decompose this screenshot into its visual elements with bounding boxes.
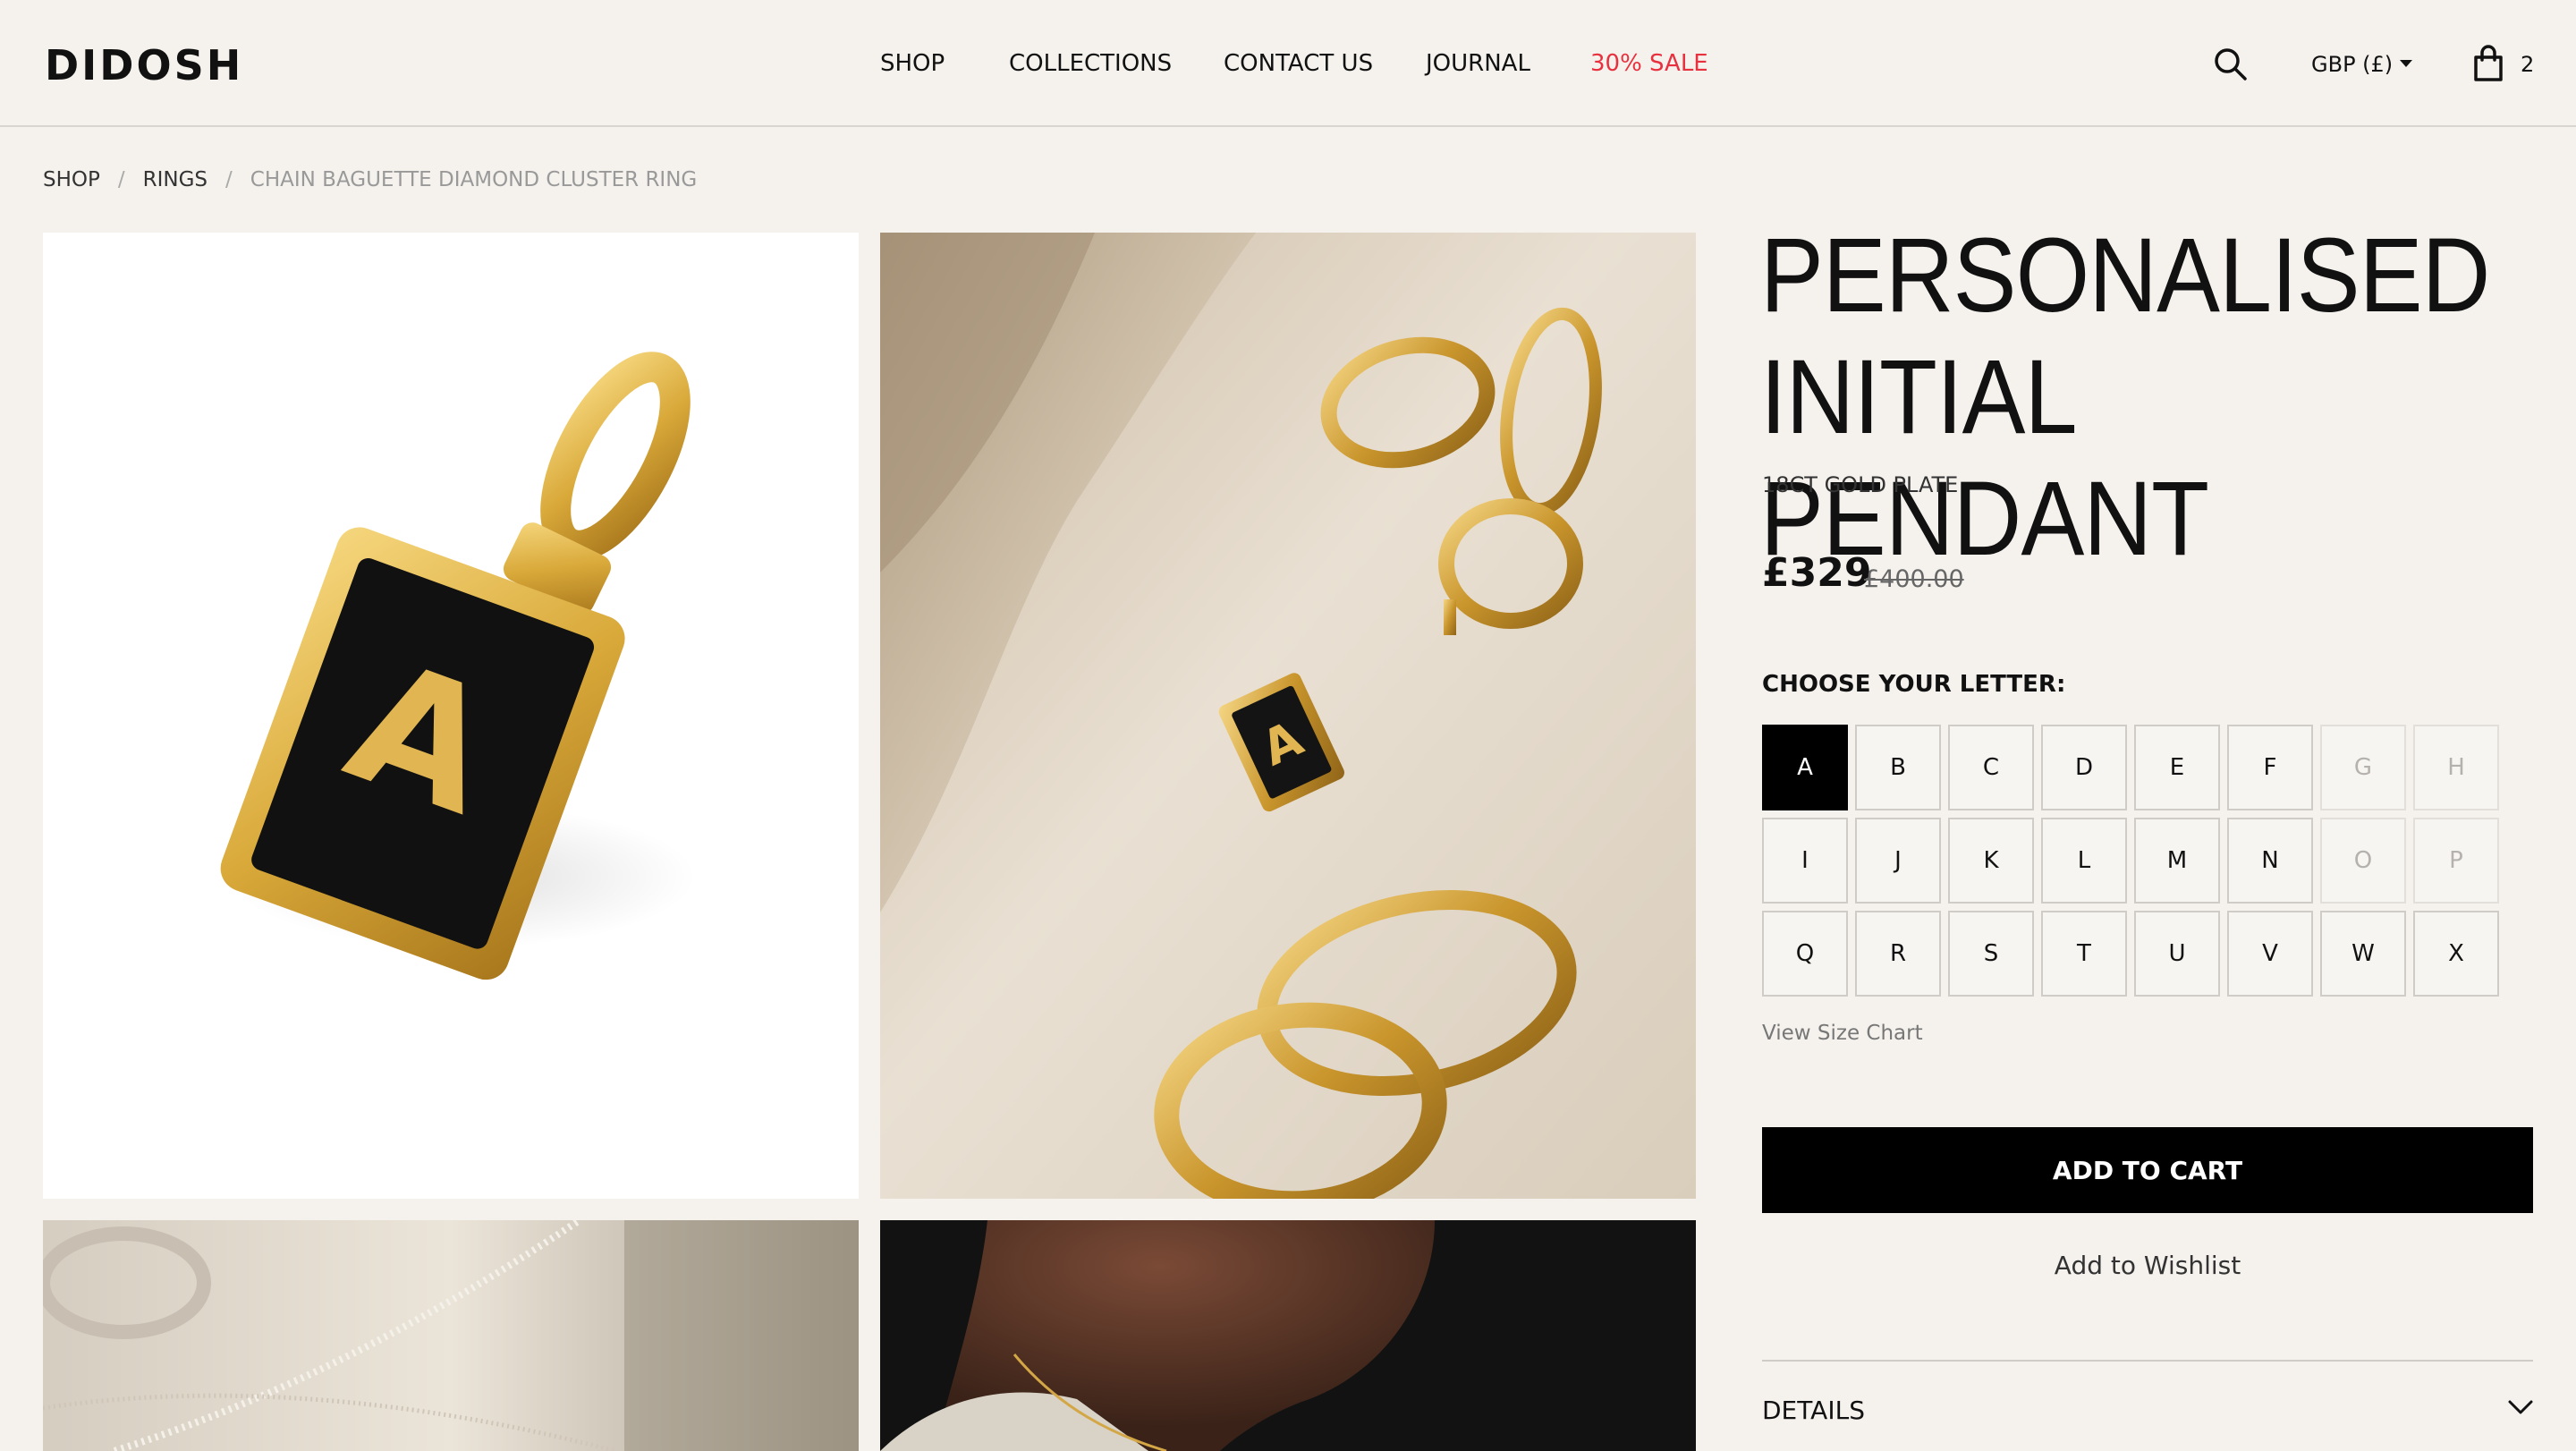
letter-option-h[interactable]: H [2413, 725, 2499, 810]
letter-option-p[interactable]: P [2413, 818, 2499, 904]
divider [1762, 1360, 2533, 1362]
letter-option-b[interactable]: B [1855, 725, 1941, 810]
letter-option-c[interactable]: C [1948, 725, 2034, 810]
details-label: DETAILS [1762, 1396, 1865, 1425]
pendant-product-image[interactable]: A [43, 233, 859, 1199]
letter-option-f[interactable]: F [2227, 725, 2313, 810]
add-to-wishlist-link[interactable]: Add to Wishlist [1762, 1251, 2533, 1280]
letter-option-i[interactable]: I [1762, 818, 1848, 904]
letter-option-n[interactable]: N [2227, 818, 2313, 904]
letter-option-l[interactable]: L [2041, 818, 2127, 904]
nav-contact-us[interactable]: CONTACT US [1224, 50, 1373, 77]
breadcrumb-separator: / [225, 168, 233, 191]
breadcrumb-current: CHAIN BAGUETTE DIAMOND CLUSTER RING [250, 168, 698, 191]
letter-option-o[interactable]: O [2320, 818, 2406, 904]
breadcrumb-rings[interactable]: RINGS [143, 168, 208, 191]
search-icon[interactable] [2213, 47, 2249, 86]
product-old-price: £400.00 [1864, 565, 1964, 593]
letter-option-a[interactable]: A [1762, 725, 1848, 810]
details-accordion[interactable]: DETAILS [1762, 1396, 2533, 1431]
choose-letter-label: CHOOSE YOUR LETTER: [1762, 671, 2066, 698]
nav-collections[interactable]: COLLECTIONS [1009, 50, 1172, 77]
main-nav: SHOP COLLECTIONS CONTACT US JOURNAL 30% … [0, 50, 2576, 81]
letter-options: ABCDEFGH IJKLMNOP QRSTUVWX [1762, 725, 2501, 997]
letter-option-q[interactable]: Q [1762, 911, 1848, 997]
shopping-bag-icon[interactable] [2472, 45, 2504, 86]
product-price: £329 [1762, 550, 1872, 596]
caret-down-icon [2400, 60, 2413, 67]
letter-option-j[interactable]: J [1855, 818, 1941, 904]
letter-option-d[interactable]: D [2041, 725, 2127, 810]
nav-journal[interactable]: JOURNAL [1426, 50, 1530, 77]
letter-option-v[interactable]: V [2227, 911, 2313, 997]
letter-option-w[interactable]: W [2320, 911, 2406, 997]
letter-option-u[interactable]: U [2134, 911, 2220, 997]
letter-option-m[interactable]: M [2134, 818, 2220, 904]
necklace-detail-image[interactable] [43, 1220, 859, 1451]
cart-count[interactable]: 2 [2521, 52, 2534, 77]
chevron-down-icon [2508, 1399, 2533, 1419]
letter-option-r[interactable]: R [1855, 911, 1941, 997]
currency-label: GBP (£) [2311, 52, 2394, 77]
breadcrumb: SHOP / RINGS / CHAIN BAGUETTE DIAMOND CLUSTE… [43, 168, 697, 193]
letter-option-t[interactable]: T [2041, 911, 2127, 997]
add-to-cart-button[interactable]: ADD TO CART [1762, 1127, 2533, 1213]
view-size-chart-link[interactable]: View Size Chart [1762, 1022, 1923, 1045]
breadcrumb-separator: / [117, 168, 125, 191]
letter-option-x[interactable]: X [2413, 911, 2499, 997]
product-material: 18CT GOLD PLATE [1762, 472, 1959, 497]
letter-option-s[interactable]: S [1948, 911, 2034, 997]
model-wearing-image[interactable] [880, 1220, 1696, 1451]
letter-option-k[interactable]: K [1948, 818, 2034, 904]
letter-option-e[interactable]: E [2134, 725, 2220, 810]
currency-selector[interactable]: GBP (£) [2311, 52, 2413, 77]
product-title: PERSONALISED INITIAL PENDANT [1760, 216, 2490, 578]
jewellery-flatlay-image[interactable]: A [880, 233, 1696, 1199]
nav-shop[interactable]: SHOP [880, 50, 945, 77]
site-header: DIDOSH SHOP COLLECTIONS CONTACT US JOURN… [0, 0, 2576, 127]
breadcrumb-shop[interactable]: SHOP [43, 168, 100, 191]
nav-sale[interactable]: 30% SALE [1590, 50, 1708, 77]
letter-option-g[interactable]: G [2320, 725, 2406, 810]
